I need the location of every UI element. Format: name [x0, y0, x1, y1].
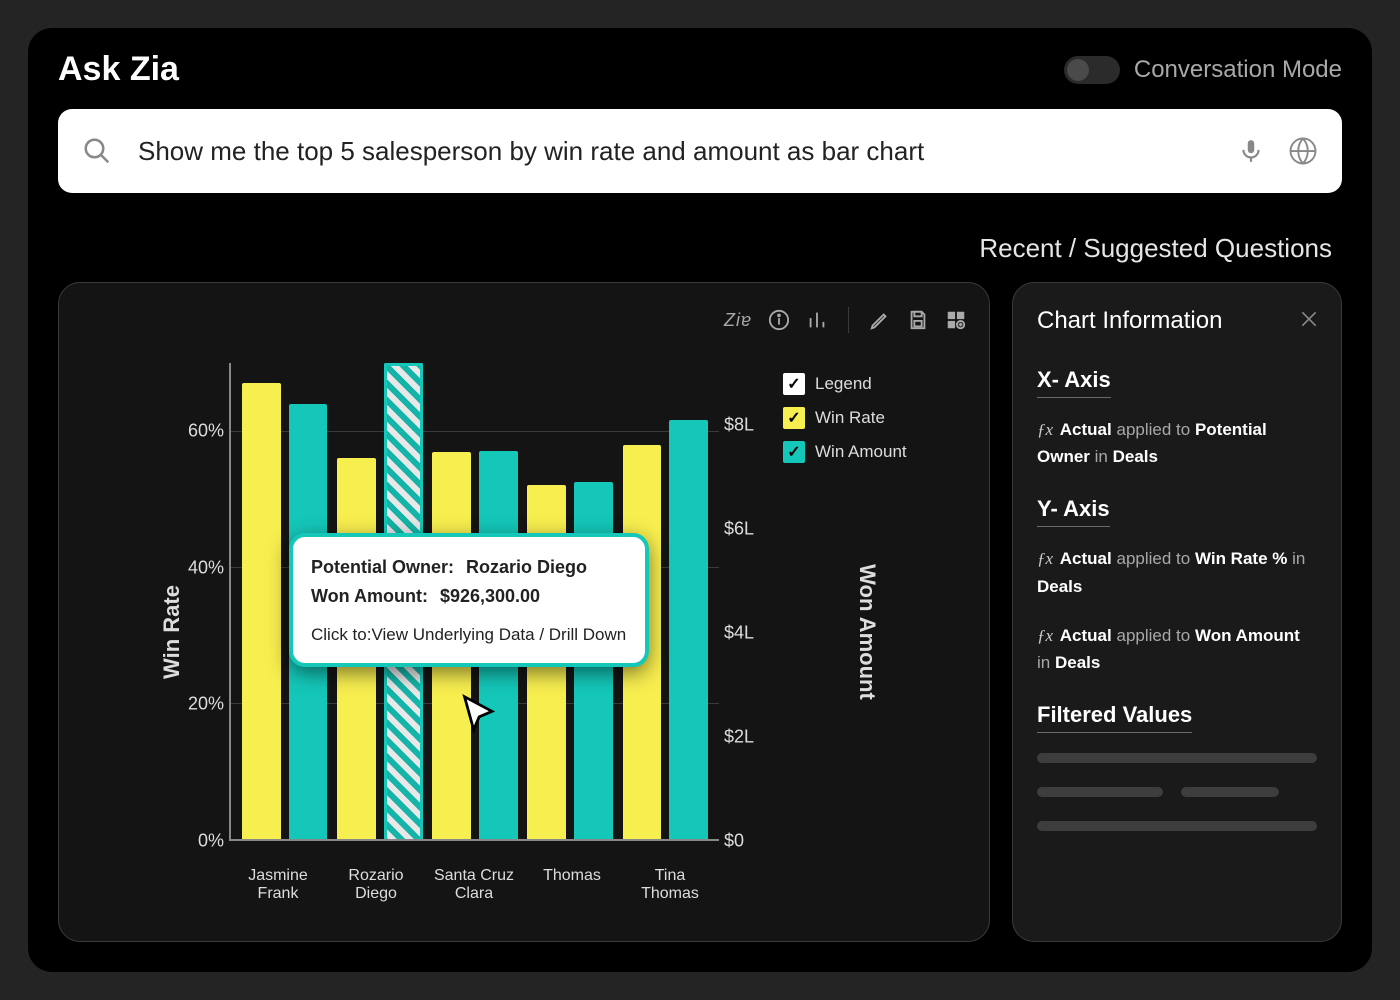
x-axis-heading: X- Axis: [1037, 367, 1111, 398]
x-axis-line: ƒx Actual applied to Potential Owner in …: [1037, 416, 1317, 470]
skeleton-line: [1181, 787, 1279, 797]
xlabel-2: Santa Cruz Clara: [430, 867, 518, 903]
legend-toggle[interactable]: ✓ Legend: [783, 373, 953, 395]
legend-label-winrate: Win Rate: [815, 408, 885, 428]
legend-label-legend: Legend: [815, 374, 872, 394]
chart-information-panel: Chart Information X- Axis ƒx Actual appl…: [1012, 282, 1342, 942]
xlabel-1: Rozario Diego: [332, 867, 420, 903]
xlabel-3: Thomas: [528, 867, 616, 903]
tooltip-hint: Click to:View Underlying Data / Drill Do…: [311, 625, 627, 645]
search-bar: [58, 109, 1342, 193]
chart-type-icon[interactable]: [806, 309, 828, 331]
fx-icon: ƒx: [1037, 420, 1053, 439]
fx-icon: ƒx: [1037, 549, 1053, 568]
y-axis-heading: Y- Axis: [1037, 496, 1110, 527]
right-tick-0: $0: [724, 831, 774, 852]
info-title: Chart Information: [1037, 307, 1317, 335]
globe-icon[interactable]: [1288, 136, 1318, 166]
legend: ✓ Legend ✓ Win Rate ✓ Win Amount: [783, 373, 953, 475]
right-tick-6: $6L: [724, 519, 774, 540]
y-axis-line-1: ƒx Actual applied to Win Rate % in Deals: [1037, 545, 1317, 599]
toolbar-divider: [848, 307, 849, 333]
right-tick-8: $8L: [724, 415, 774, 436]
tooltip-owner-value: Rozario Diego: [466, 557, 587, 578]
search-icon: [82, 136, 112, 166]
conversation-mode: Conversation Mode: [1064, 56, 1342, 84]
skeleton-line: [1037, 753, 1317, 763]
edit-icon[interactable]: [869, 309, 891, 331]
tooltip-amount-label: Won Amount:: [311, 586, 428, 607]
cursor-icon: [459, 693, 503, 737]
zia-icon[interactable]: Ziɐ: [724, 310, 752, 331]
left-tick-60: 60%: [174, 420, 224, 441]
bar-amount-tina[interactable]: [669, 420, 708, 839]
right-tick-4: $4L: [724, 623, 774, 644]
chart-card: Ziɐ Win Rate 0% 20% 40% 60% $0 $2L $4L: [58, 282, 990, 942]
legend-winamount[interactable]: ✓ Win Amount: [783, 441, 953, 463]
dashboard-icon[interactable]: [945, 309, 967, 331]
legend-winrate[interactable]: ✓ Win Rate: [783, 407, 953, 429]
right-tick-2: $2L: [724, 727, 774, 748]
app-window: Ask Zia Conversation Mode Recent / Sugge…: [28, 28, 1372, 972]
search-input[interactable]: [136, 135, 1214, 168]
chart-area: Win Rate 0% 20% 40% 60% $0 $2L $4L $6L $…: [119, 353, 959, 911]
xlabel-4: Tina Thomas: [626, 867, 714, 903]
save-icon[interactable]: [907, 309, 929, 331]
left-tick-0: 0%: [174, 831, 224, 852]
legend-label-winamount: Win Amount: [815, 442, 907, 462]
left-axis-label: Win Rate: [159, 585, 185, 679]
close-icon[interactable]: [1299, 309, 1319, 329]
conversation-mode-label: Conversation Mode: [1134, 56, 1342, 84]
tooltip-owner-label: Potential Owner:: [311, 557, 454, 578]
skeleton-line: [1037, 787, 1163, 797]
left-tick-20: 20%: [174, 694, 224, 715]
xlabel-0: Jasmine Frank: [234, 867, 322, 903]
main-area: Ziɐ Win Rate 0% 20% 40% 60% $0 $2L $4L: [58, 282, 1342, 942]
chart-tooltip: Potential Owner: Rozario Diego Won Amoun…: [289, 533, 649, 667]
tooltip-amount-value: $926,300.00: [440, 586, 540, 607]
info-icon[interactable]: [768, 309, 790, 331]
bar-winrate-jasmine[interactable]: [242, 383, 281, 839]
y-axis-line-2: ƒx Actual applied to Won Amount in Deals: [1037, 622, 1317, 676]
skeleton-line: [1037, 821, 1317, 831]
x-axis-labels: Jasmine Frank Rozario Diego Santa Cruz C…: [229, 867, 719, 903]
right-axis-label: Won Amount: [854, 564, 880, 700]
left-tick-40: 40%: [174, 557, 224, 578]
fx-icon: ƒx: [1037, 626, 1053, 645]
recent-suggested-heading: Recent / Suggested Questions: [58, 233, 1332, 264]
header-row: Ask Zia Conversation Mode: [58, 50, 1342, 89]
app-title: Ask Zia: [58, 50, 179, 89]
conversation-mode-toggle[interactable]: [1064, 56, 1120, 84]
microphone-icon[interactable]: [1238, 136, 1264, 166]
filtered-values-heading: Filtered Values: [1037, 702, 1192, 733]
chart-toolbar: Ziɐ: [724, 307, 967, 333]
